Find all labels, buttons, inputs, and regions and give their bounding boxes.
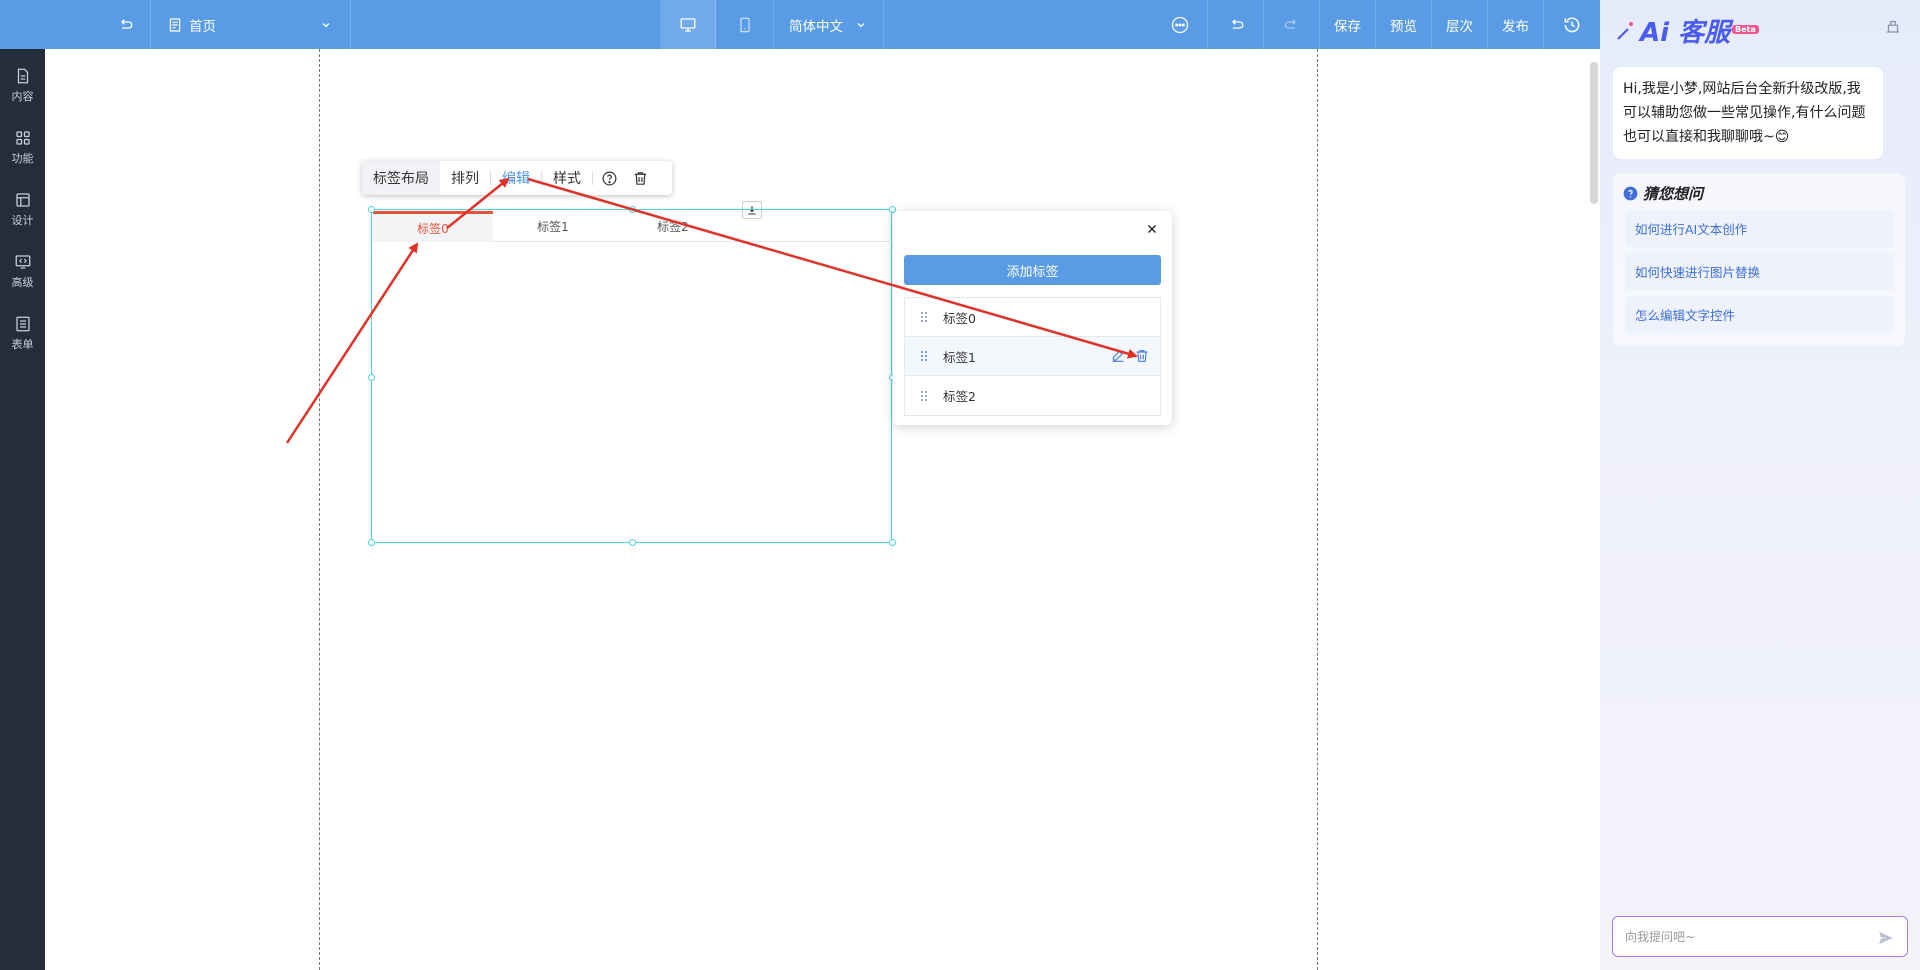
- suggest-heading: 猜您想问: [1623, 183, 1703, 204]
- magic-wand-icon: [1617, 21, 1633, 40]
- ai-header: Ai 客服 Beta: [1600, 0, 1920, 55]
- suggest-title: 猜您想问: [1643, 185, 1704, 203]
- clear-icon[interactable]: [1884, 17, 1902, 35]
- question-circle-icon: [1623, 186, 1638, 201]
- beta-badge: Beta: [1732, 25, 1759, 34]
- panel-scrollbar[interactable]: [1590, 62, 1598, 204]
- input-placeholder: 向我提问吧~: [1625, 930, 1696, 944]
- question-text: 如何进行AI文本创作: [1635, 222, 1748, 237]
- annotation-arrow: [446, 177, 510, 229]
- question-text: 如何快速进行图片替换: [1635, 265, 1761, 280]
- ai-logo: Ai 客服 Beta: [1614, 12, 1759, 49]
- question-item[interactable]: 如何进行AI文本创作: [1625, 210, 1894, 247]
- annotation-arrows: [285, 177, 1138, 444]
- question-text: 怎么编辑文字控件: [1635, 308, 1736, 323]
- annotation-arrow: [527, 177, 1138, 359]
- question-item[interactable]: 如何快速进行图片替换: [1625, 253, 1894, 290]
- greeting-text: Hi,我是小梦,网站后台全新升级改版,我可以辅助您做一些常见操作,有什么问题也可…: [1623, 81, 1866, 145]
- send-icon[interactable]: [1877, 929, 1895, 947]
- ai-title: Ai 客服: [1640, 18, 1731, 48]
- annotation-arrow: [285, 242, 419, 444]
- suggested-questions: 猜您想问 如何进行AI文本创作 如何快速进行图片替换 怎么编辑文字控件: [1613, 173, 1905, 346]
- question-item[interactable]: 怎么编辑文字控件: [1625, 296, 1894, 333]
- ai-greeting-bubble: Hi,我是小梦,网站后台全新升级改版,我可以辅助您做一些常见操作,有什么问题也可…: [1613, 67, 1883, 159]
- ai-assistant-panel: Ai 客服 Beta Hi,我是小梦,网站后台全新升级改版,我可以辅助您做一些常…: [1600, 0, 1920, 970]
- ai-chat-input[interactable]: 向我提问吧~: [1612, 916, 1908, 957]
